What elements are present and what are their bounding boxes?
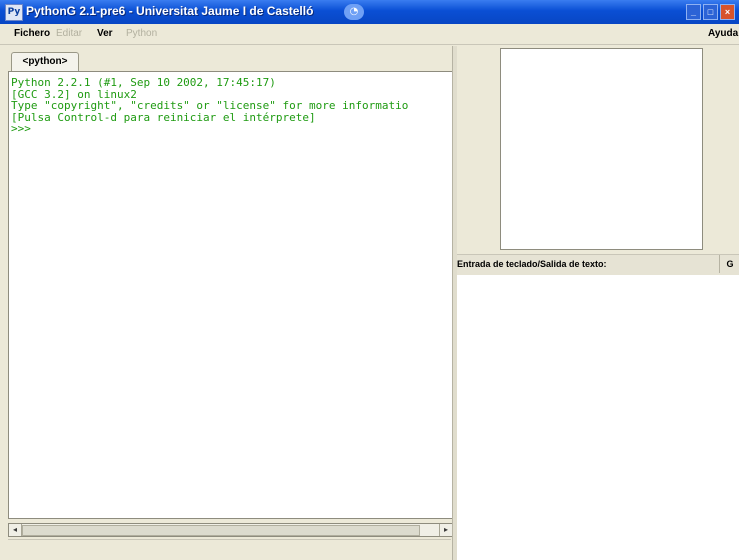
horizontal-scrollbar[interactable]: ◂ ▸ — [8, 523, 453, 537]
io-button[interactable]: G — [719, 255, 739, 273]
window-controls: _ □ × — [686, 4, 735, 20]
console-line: [Pulsa Control-d para reiniciar el intér… — [11, 110, 316, 124]
scroll-left-icon[interactable]: ◂ — [9, 524, 22, 536]
graphics-panel — [457, 46, 739, 254]
editor-pane: <python> Python 2.2.1 (#1, Sep 10 2002, … — [4, 46, 454, 560]
menu-editar[interactable]: Editar — [56, 28, 82, 39]
console-line: Type "copyright", "credits" or "license"… — [11, 99, 409, 112]
close-button[interactable]: × — [720, 4, 735, 20]
status-bar — [8, 539, 451, 560]
text-io-area[interactable] — [457, 275, 739, 560]
menu-fichero[interactable]: Fichero — [14, 28, 50, 39]
minimize-button[interactable]: _ — [686, 4, 701, 20]
menu-ver[interactable]: Ver — [97, 28, 113, 39]
io-header: Entrada de teclado/Salida de texto: G — [457, 254, 739, 276]
console-prompt[interactable]: >>> — [11, 123, 408, 135]
scroll-right-icon[interactable]: ▸ — [439, 524, 452, 536]
titlebar-ornament-icon: ◔ — [344, 4, 364, 20]
python-console[interactable]: Python 2.2.1 (#1, Sep 10 2002, 17:45:17)… — [8, 71, 454, 519]
menu-python[interactable]: Python — [126, 28, 157, 39]
menu-ayuda[interactable]: Ayuda — [708, 28, 738, 39]
scrollbar-thumb[interactable] — [22, 525, 420, 536]
tab-python[interactable]: <python> — [11, 52, 79, 71]
maximize-button[interactable]: □ — [703, 4, 718, 20]
window-title: PythonG 2.1-pre6 - Universitat Jaume I d… — [26, 4, 314, 18]
io-label: Entrada de teclado/Salida de texto: — [457, 259, 607, 269]
title-bar[interactable]: Py PythonG 2.1-pre6 - Universitat Jaume … — [0, 0, 739, 24]
graphics-canvas[interactable] — [500, 48, 703, 250]
menu-bar: Fichero Editar Ver Python Ayuda — [0, 24, 739, 45]
console-output: Python 2.2.1 (#1, Sep 10 2002, 17:45:17)… — [9, 77, 408, 135]
python-icon[interactable]: Py — [5, 4, 23, 21]
console-line: Python 2.2.1 (#1, Sep 10 2002, 17:45:17) — [11, 76, 276, 89]
